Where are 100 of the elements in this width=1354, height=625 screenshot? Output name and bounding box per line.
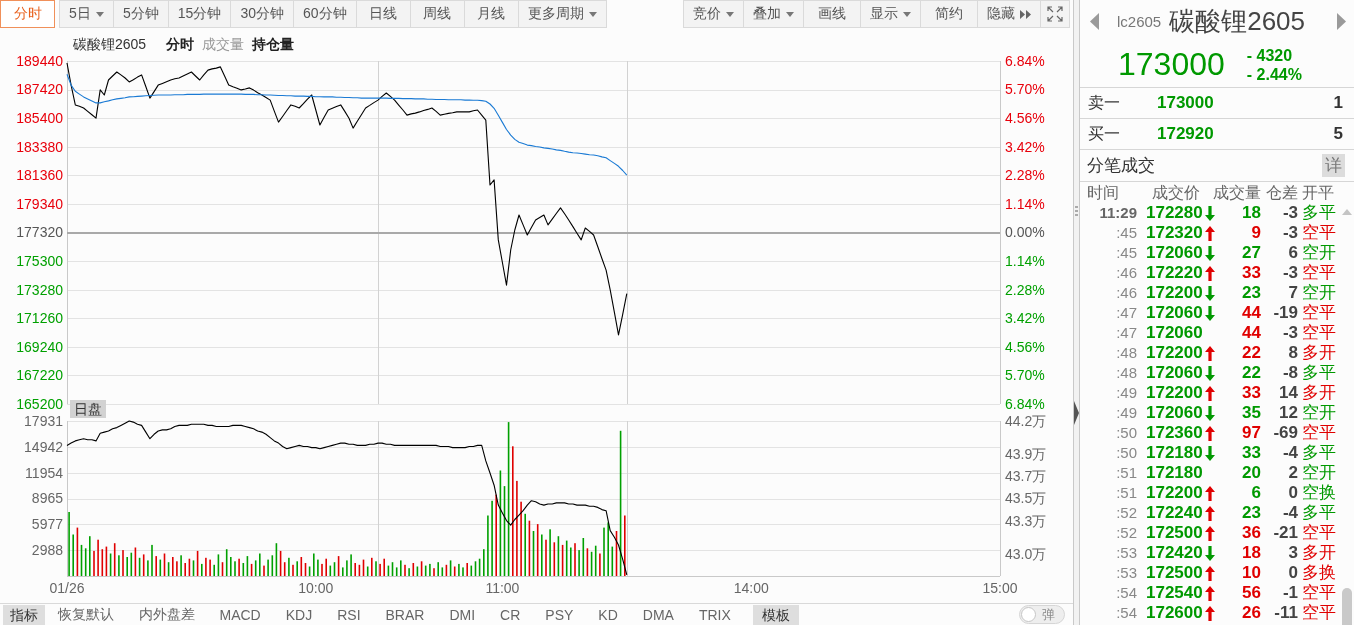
percent-axis-label: 6.84%: [1005, 52, 1045, 69]
fullscreen-button[interactable]: [1040, 0, 1070, 28]
trade-volume: 27: [1242, 243, 1261, 263]
indicator-tab[interactable]: CR: [487, 606, 533, 623]
period-tab[interactable]: 60分钟: [292, 0, 357, 28]
trade-time: :50: [1116, 423, 1137, 443]
trade-type: 空平: [1301, 583, 1336, 603]
trade-price: 172500: [1145, 523, 1203, 543]
template-button[interactable]: 模板: [753, 604, 800, 625]
trade-time: :52: [1116, 523, 1137, 543]
trade-price: 172060: [1145, 243, 1203, 263]
period-tab[interactable]: 5分钟: [113, 0, 169, 28]
price-axis-label: 185400: [16, 110, 63, 127]
legend-item[interactable]: 持仓量: [252, 36, 295, 52]
open-interest-axis-label: 43.9万: [1005, 446, 1047, 463]
open-interest-change: -11: [1274, 603, 1298, 623]
scroll-up-arrow-icon[interactable]: [1342, 209, 1352, 215]
legend-item[interactable]: 分时: [166, 36, 195, 52]
period-tab[interactable]: 月线: [463, 0, 519, 28]
trade-volume: 18: [1242, 543, 1261, 563]
time-axis-label: 10:00: [298, 580, 334, 596]
dropdown-button[interactable]: 竞价: [683, 0, 744, 28]
open-interest-change: -3: [1282, 223, 1298, 243]
price-axis-label: 171260: [16, 310, 63, 327]
toolbar-button[interactable]: 隐藏: [977, 0, 1041, 28]
trade-type: 多开: [1301, 343, 1336, 363]
trade-time: :49: [1116, 383, 1137, 403]
right-arrow-icon[interactable]: [1337, 12, 1346, 30]
session-label[interactable]: 日盘: [70, 400, 106, 418]
trade-volume: 20: [1242, 463, 1261, 483]
trade-time: :51: [1116, 463, 1137, 483]
trade-price: 172180: [1145, 463, 1203, 483]
indicator-tab[interactable]: 恢复默认: [45, 605, 126, 624]
trade-volume: 22: [1242, 363, 1261, 383]
trade-time: :48: [1116, 343, 1137, 363]
indicator-tab[interactable]: RSI: [324, 606, 374, 623]
price-axis-label: 173280: [16, 281, 63, 298]
trade-type: 空平: [1301, 263, 1336, 283]
price-change: - 4320: [1246, 45, 1294, 65]
indicator-tab[interactable]: MACD: [207, 606, 274, 623]
percent-axis-label: 4.56%: [1005, 110, 1045, 127]
order-book-label: 卖一: [1088, 92, 1121, 113]
dropdown-button[interactable]: 叠加: [743, 0, 804, 28]
trade-price: 172420: [1145, 543, 1203, 563]
period-tab[interactable]: 更多周期: [517, 0, 607, 28]
trade-time: :45: [1116, 223, 1137, 243]
trade-price: 172500: [1145, 563, 1203, 583]
order-book-price: 172920: [1157, 124, 1214, 144]
trade-time: :53: [1116, 543, 1137, 563]
chart-symbol: 碳酸锂2605: [73, 36, 147, 52]
percent-axis-label: 2.28%: [1005, 167, 1045, 184]
toolbar-button[interactable]: 简约: [920, 0, 978, 28]
trade-time: :50: [1116, 443, 1137, 463]
price-axis-label: 175300: [16, 253, 63, 269]
open-interest-change: 6: [1288, 243, 1298, 263]
trade-volume: 35: [1242, 403, 1261, 423]
open-interest-change: -3: [1282, 263, 1298, 283]
scrollbar-thumb[interactable]: [1342, 588, 1352, 625]
toolbar-button[interactable]: 画线: [803, 0, 861, 28]
trade-time: :53: [1116, 563, 1137, 583]
trade-volume: 97: [1242, 423, 1261, 443]
indicator-tab[interactable]: KDJ: [273, 606, 325, 623]
trade-time: :49: [1116, 403, 1137, 423]
trade-price: 172540: [1145, 583, 1203, 603]
trade-volume: 33: [1242, 263, 1261, 283]
trade-volume: 56: [1242, 583, 1261, 603]
trade-time: :52: [1116, 503, 1137, 523]
trade-price: 172200: [1145, 343, 1203, 363]
percent-axis-label: 1.14%: [1005, 195, 1045, 212]
trade-price: 172200: [1145, 483, 1203, 503]
trade-volume: 18: [1242, 203, 1261, 223]
time-axis-label: 11:00: [485, 580, 520, 596]
trade-volume: 44: [1242, 303, 1261, 323]
period-tab[interactable]: 日线: [355, 0, 411, 28]
price-axis-label: 165200: [16, 395, 63, 412]
percent-axis-label: 3.42%: [1005, 138, 1045, 155]
indicator-tab[interactable]: KD: [585, 606, 631, 623]
percent-axis-label: 6.84%: [1005, 395, 1045, 412]
trade-time: :51: [1116, 483, 1137, 503]
indicator-tab[interactable]: DMI: [436, 606, 488, 623]
open-interest-axis-label: 43.7万: [1005, 468, 1047, 485]
indicator-tab[interactable]: TRIX: [686, 606, 744, 623]
dropdown-button[interactable]: 显示: [860, 0, 921, 28]
open-interest-axis-label: 43.5万: [1005, 490, 1047, 507]
period-tab[interactable]: 15分钟: [167, 0, 232, 28]
left-arrow-icon[interactable]: [1090, 12, 1099, 30]
indicator-tab[interactable]: PSY: [532, 606, 586, 623]
indicator-tab[interactable]: 内外盘差: [126, 605, 207, 624]
period-tab[interactable]: 5日: [59, 0, 114, 28]
indicator-tab[interactable]: DMA: [630, 606, 687, 623]
period-tab[interactable]: 周线: [409, 0, 465, 28]
indicator-tab[interactable]: BRAR: [373, 606, 437, 623]
period-tab[interactable]: 分时: [0, 0, 55, 28]
open-interest-change: -4: [1282, 443, 1298, 463]
price-axis-label: 169240: [16, 338, 63, 355]
trade-volume: 44: [1242, 323, 1261, 343]
period-tab[interactable]: 30分钟: [230, 0, 294, 28]
triangle-handle-icon[interactable]: [1074, 401, 1079, 425]
trade-price: 172200: [1145, 283, 1203, 303]
open-interest-change: -19: [1273, 303, 1298, 323]
